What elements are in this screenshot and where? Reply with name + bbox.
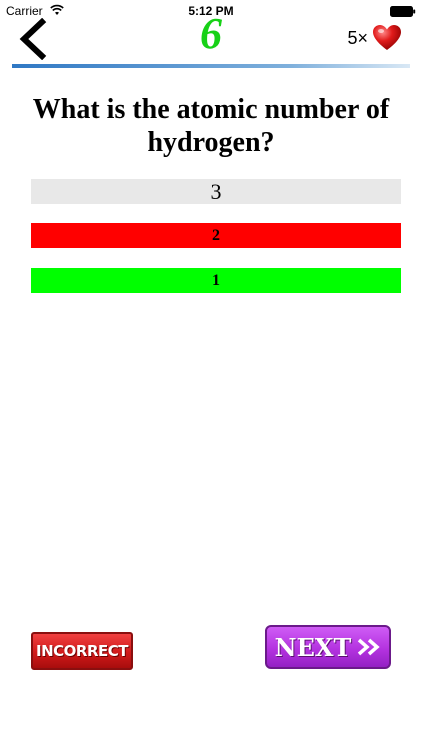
next-button[interactable]: NEXT bbox=[265, 625, 391, 669]
result-label: INCORRECT bbox=[36, 642, 128, 660]
lives-indicator: 5× bbox=[347, 24, 402, 52]
question-text: What is the atomic number of hydrogen? bbox=[32, 94, 390, 158]
answer-option-label: 2 bbox=[212, 226, 220, 244]
answer-option-1[interactable]: 3 bbox=[31, 179, 401, 204]
lives-count: 5× bbox=[347, 27, 368, 48]
next-label: NEXT bbox=[274, 632, 352, 662]
progress-divider bbox=[12, 64, 410, 68]
answer-option-3[interactable]: 1 bbox=[31, 268, 401, 293]
incorrect-badge: INCORRECT bbox=[31, 632, 133, 670]
double-chevron-right-icon bbox=[358, 638, 381, 656]
quiz-screen: Carrier 5:12 PM 6 5× What is the atomic … bbox=[0, 0, 422, 750]
heart-icon bbox=[373, 25, 401, 50]
answer-option-label: 1 bbox=[212, 271, 220, 289]
answer-option-2[interactable]: 2 bbox=[31, 223, 401, 248]
answer-option-label: 3 bbox=[210, 178, 222, 204]
